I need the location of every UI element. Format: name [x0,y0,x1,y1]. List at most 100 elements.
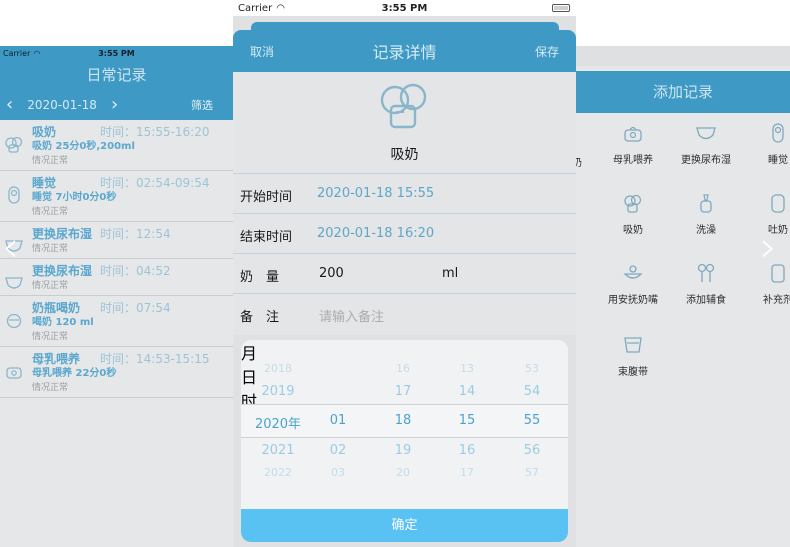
grid-item-label: 束腹带 [618,367,648,378]
sleeping-baby-icon [8,186,20,204]
breast-pump-icon [380,83,427,129]
next-day-chevron-icon[interactable]: › [105,90,124,120]
start-time-value[interactable]: 2020-01-18 15:55 [317,186,434,201]
grid-item-label: 添加辅食 [686,295,726,306]
record-time: 时间：07:54 [100,301,171,315]
hour-option: 17 [460,466,474,479]
sleeping-baby-icon [772,123,784,143]
record-detail: 母乳喂养 22分0秒 [32,368,117,379]
record-time: 时间：14:53-15:15 [100,352,210,366]
grid-item-label: 洗澡 [696,225,716,236]
detail-navbar: 取消 记录详情 保存 [233,30,576,72]
hour-option: 14 [458,384,476,399]
carousel-prev-chevron-icon[interactable]: ‹ [2,222,19,272]
record-detail: 睡觉 7小时0分0秒 [32,192,117,203]
year-option: 2022 [264,466,292,479]
add-pumping-item[interactable]: 吸奶 [593,192,673,236]
breast-pump-icon [5,136,23,153]
minute-wheel[interactable]: 53 54 55 56 57 [514,340,550,508]
filter-button[interactable]: 筛选 [191,97,213,113]
hour-wheel[interactable]: 13 14 15 16 17 [450,340,484,508]
minute-option: 53 [525,362,539,375]
record-note: 情况正常 [32,281,69,291]
record-note: 情况正常 [32,332,69,342]
year-wheel[interactable]: 2018 2019 2020年 2021 2022 [247,340,309,508]
minute-option: 57 [525,466,539,479]
grid-item-label: 用安抚奶嘴 [608,295,658,306]
record-detail: 喝奶 120 ml [32,317,94,328]
record-detail: 吸奶 25分0秒,200ml [32,141,135,152]
list-item[interactable]: 更换尿布湿 时间：12:54 情况正常 [0,222,233,259]
year-option: 2021 [261,443,295,458]
note-input[interactable]: 请输入备注 [319,306,384,325]
month-wheel[interactable]: 01 02 03 [321,340,355,508]
selected-day: 18 [394,413,412,428]
record-type-title: 吸奶 [390,147,419,163]
grid-item-label: 母乳喂养 [613,155,653,166]
daily-records-screen: Carrier ◠ 3:55 PM 日常记录 ‹ 2020-01-18 › 筛选… [0,46,233,547]
start-time-label: 开始时间 [240,190,293,205]
record-note: 情况正常 [32,207,69,217]
record-time: 时间：12:54 [100,227,171,241]
selected-year: 2020年 [254,417,302,432]
current-date[interactable]: 2020-01-18 [19,98,105,112]
top-strip [576,46,790,66]
record-time: 时间：02:54-09:54 [100,176,210,190]
add-belly-band-item[interactable]: 束腹带 [593,334,673,378]
year-option: 2019 [261,384,295,399]
add-diaper-item[interactable]: 更换尿布湿 [666,122,746,166]
add-solid-food-item[interactable]: 添加辅食 [666,262,746,306]
belly-band-icon [624,337,642,353]
note-label: 备 注 [240,310,280,325]
selected-month: 01 [329,413,347,428]
status-time: 3:55 PM [381,2,428,14]
record-time: 时间：04:52 [100,264,171,278]
date-selector: ‹ 2020-01-18 › 筛选 [0,90,233,120]
detail-body: 吸奶 开始时间 2020-01-18 15:55 结束时间 2020-01-18… [233,72,576,335]
previous-day-chevron-icon[interactable]: ‹ [0,90,19,120]
day-option: 20 [396,466,410,479]
list-item[interactable]: 奶瓶喝奶 时间：07:54 喝奶 120 ml 情况正常 [0,296,233,347]
status-time: 3:55 PM [98,48,135,58]
day-option: 16 [396,362,410,375]
record-note: 情况正常 [32,383,69,393]
grid-item-label: 更换尿布湿 [681,155,731,166]
partial-grid-label: 奶 [576,158,582,169]
add-pacifier-item[interactable]: 用安抚奶嘴 [593,262,673,306]
confirm-button[interactable]: 确定 [241,509,568,542]
vomit-icon [771,194,785,213]
status-bar: Carrier ◠ 3:55 PM [0,46,233,60]
milk-amount-input[interactable]: 200 [319,266,344,281]
start-time-row[interactable]: 开始时间 2020-01-18 15:55 [233,173,576,213]
breastfeeding-icon [624,126,642,142]
grid-item-label: 补充剂 [763,295,790,306]
year-option: 2018 [264,362,292,375]
add-record-screen: 添加记录 奶 母乳喂养 更换尿布湿 睡觉 吸奶 洗澡 吐奶 用安抚奶嘴 添加辅食… [576,46,790,547]
selected-minute: 55 [523,413,541,428]
date-time-picker[interactable]: 2018 2019 2020年 2021 2022 01 02 03 月 16 … [241,340,568,542]
pacifier-icon [623,265,643,279]
add-bath-item[interactable]: 洗澡 [666,192,746,236]
end-time-row[interactable]: 结束时间 2020-01-18 16:20 [233,213,576,253]
end-time-value[interactable]: 2020-01-18 16:20 [317,226,434,241]
list-item[interactable]: 睡觉 时间：02:54-09:54 睡觉 7小时0分0秒 情况正常 [0,171,233,222]
grid-item-label: 吸奶 [623,225,643,236]
add-sleep-item[interactable]: 睡觉 [738,122,790,166]
record-time: 时间：15:55-16:20 [100,125,210,139]
battery-icon [552,4,570,12]
list-item[interactable]: 更换尿布湿 时间：04:52 情况正常 [0,259,233,296]
page-title: 记录详情 [372,43,437,62]
add-breastfeeding-item[interactable]: 母乳喂养 [593,122,673,166]
breast-pump-icon [624,194,642,213]
list-item[interactable]: 吸奶 时间：15:55-16:20 吸奶 25分0秒,200ml 情况正常 [0,120,233,171]
day-option: 19 [394,443,412,458]
selected-hour: 15 [458,413,476,428]
milk-amount-row[interactable]: 奶 量 200 ml [233,253,576,293]
day-wheel[interactable]: 16 17 18 19 20 [386,340,420,508]
list-item[interactable]: 母乳喂养 时间：14:53-15:15 母乳喂养 22分0秒 情况正常 [0,347,233,398]
note-row[interactable]: 备 注 请输入备注 [233,293,576,333]
record-note: 情况正常 [32,244,69,254]
add-record-title: 添加记录 [576,71,790,113]
save-button[interactable]: 保存 [535,43,559,60]
carousel-next-chevron-icon[interactable]: › [760,222,777,272]
